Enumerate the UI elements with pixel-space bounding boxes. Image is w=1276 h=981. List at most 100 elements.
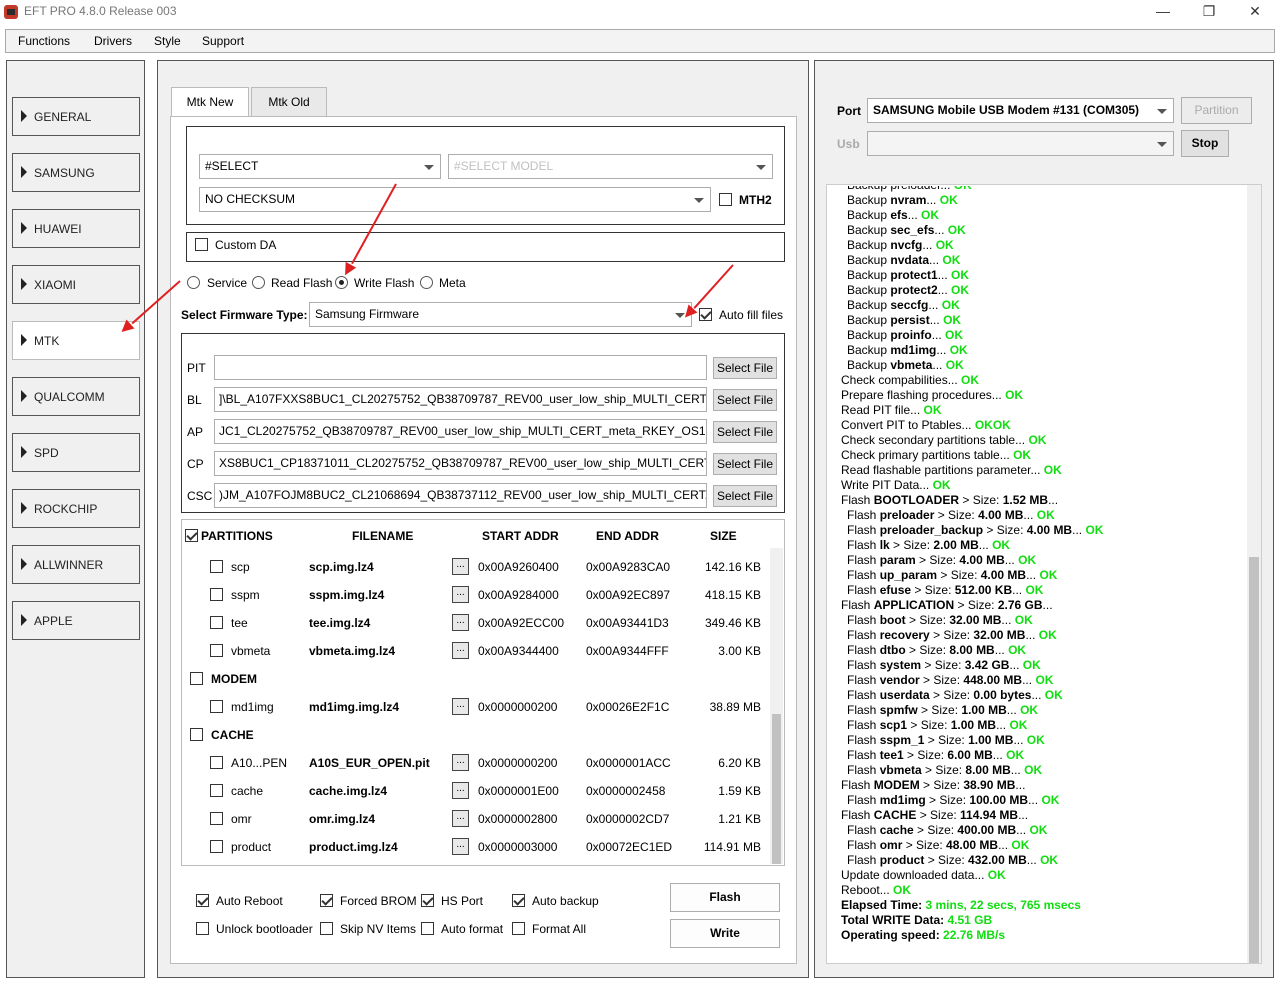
partition-checkbox[interactable] [210, 700, 223, 713]
grid-scrollbar-thumb[interactable] [772, 714, 781, 864]
pit-file-field[interactable] [214, 355, 707, 380]
nav-huawei[interactable]: HUAWEI [12, 209, 140, 248]
option-checkbox[interactable] [421, 922, 434, 935]
partition-start-addr: 0x00A9344400 [478, 644, 559, 658]
partition-checkbox[interactable] [210, 560, 223, 573]
nav-spd[interactable]: SPD [12, 433, 140, 472]
chevron-down-icon [1157, 142, 1167, 147]
partitions-select-all-checkbox[interactable] [185, 529, 198, 542]
window-title: EFT PRO 4.8.0 Release 003 [24, 4, 177, 18]
auto-fill-checkbox[interactable] [699, 308, 712, 321]
nav-apple[interactable]: APPLE [12, 601, 140, 640]
log-status: OK [921, 208, 940, 222]
chevron-down-icon [694, 198, 704, 203]
tab-mtk-old[interactable]: Mtk Old [251, 87, 327, 117]
bl-select-file-button[interactable]: Select File [713, 389, 777, 411]
brand-select[interactable]: #SELECT [199, 154, 441, 179]
browse-button[interactable]: ... [452, 586, 469, 603]
group-checkbox[interactable] [190, 728, 203, 741]
browse-button[interactable]: ... [452, 838, 469, 855]
log-text: ... [1072, 523, 1086, 537]
minimize-icon[interactable]: — [1140, 0, 1186, 24]
partition-checkbox[interactable] [210, 812, 223, 825]
mth2-checkbox[interactable] [719, 193, 732, 206]
browse-button[interactable]: ... [452, 754, 469, 771]
log-text: ... [1025, 628, 1039, 642]
partition-checkbox[interactable] [210, 644, 223, 657]
browse-button[interactable]: ... [452, 782, 469, 799]
log-item: MODEM [873, 778, 920, 792]
mode-write-flash-radio[interactable] [335, 276, 348, 289]
log-item: CACHE [873, 808, 917, 822]
option-checkbox[interactable] [320, 922, 333, 935]
menu-support[interactable]: Support [202, 34, 244, 48]
nav-qualcomm[interactable]: QUALCOMM [12, 377, 140, 416]
log-line: Backup nvcfg... OK [826, 238, 1246, 253]
mode-read-flash-radio[interactable] [252, 276, 265, 289]
firmware-type-select[interactable]: Samsung Firmware [309, 302, 692, 327]
restore-icon[interactable]: ❐ [1186, 0, 1232, 24]
log-status: OK [932, 478, 951, 492]
custom-da-checkbox[interactable] [195, 238, 208, 251]
usb-select[interactable] [867, 131, 1174, 156]
stop-button[interactable]: Stop [1181, 130, 1229, 157]
firmware-type-value: Samsung Firmware [315, 307, 420, 321]
csc-file-field[interactable]: )JM_A107FOJM8BUC2_CL21068694_QB38737112_… [214, 483, 707, 508]
cp-select-file-button[interactable]: Select File [713, 453, 777, 475]
log-size: 32.00 MB [949, 613, 1002, 627]
nav-general[interactable]: GENERAL [12, 97, 140, 136]
menu-style[interactable]: Style [154, 34, 181, 48]
mode-service-radio[interactable] [187, 276, 200, 289]
grid-scrollbar[interactable] [770, 548, 783, 864]
partition-checkbox[interactable] [210, 616, 223, 629]
option-checkbox[interactable] [512, 922, 525, 935]
partition-size: 1.21 KB [718, 812, 761, 826]
partition-checkbox[interactable] [210, 588, 223, 601]
model-select[interactable]: #SELECT MODEL [448, 154, 773, 179]
log-text: Flash [847, 538, 880, 552]
log-item: md1img [890, 343, 937, 357]
partition-checkbox[interactable] [210, 840, 223, 853]
group-checkbox[interactable] [190, 672, 203, 685]
bl-file-field[interactable]: ]\BL_A107FXXS8BUC1_CL20275752_QB38709787… [214, 387, 707, 412]
nav-xiaomi[interactable]: XIAOMI [12, 265, 140, 304]
option-checkbox[interactable] [320, 894, 333, 907]
checksum-select[interactable]: NO CHECKSUM [199, 187, 711, 212]
browse-button[interactable]: ... [452, 698, 469, 715]
port-select[interactable]: SAMSUNG Mobile USB Modem #131 (COM305) [867, 98, 1174, 123]
log-status: OK [945, 328, 964, 342]
csc-select-file-button[interactable]: Select File [713, 485, 777, 507]
log-line: Flash product > Size: 432.00 MB... OK [826, 853, 1246, 868]
tab-mtk-new[interactable]: Mtk New [171, 87, 249, 118]
log-scrollbar-thumb[interactable] [1249, 557, 1259, 963]
pit-select-file-button[interactable]: Select File [713, 357, 777, 379]
ap-select-file-button[interactable]: Select File [713, 421, 777, 443]
log-item: persist [890, 313, 930, 327]
browse-button[interactable]: ... [452, 810, 469, 827]
menu-drivers[interactable]: Drivers [94, 34, 132, 48]
nav-samsung[interactable]: SAMSUNG [12, 153, 140, 192]
option-checkbox[interactable] [512, 894, 525, 907]
browse-button[interactable]: ... [452, 558, 469, 575]
option-checkbox[interactable] [421, 894, 434, 907]
nav-allwinner[interactable]: ALLWINNER [12, 545, 140, 584]
partition-checkbox[interactable] [210, 756, 223, 769]
mode-meta-radio[interactable] [420, 276, 433, 289]
log-text: ... [922, 238, 936, 252]
write-button[interactable]: Write [670, 919, 780, 948]
partition-button[interactable]: Partition [1181, 97, 1252, 124]
close-icon[interactable]: ✕ [1232, 0, 1276, 24]
flash-button[interactable]: Flash [670, 883, 780, 912]
partition-end-addr: 0x00A9344FFF [586, 644, 669, 658]
log-scrollbar[interactable] [1247, 185, 1261, 963]
option-checkbox[interactable] [196, 922, 209, 935]
partition-checkbox[interactable] [210, 784, 223, 797]
menu-functions[interactable]: Functions [18, 34, 70, 48]
option-checkbox[interactable] [196, 894, 209, 907]
ap-file-field[interactable]: JC1_CL20275752_QB38709787_REV00_user_low… [214, 419, 707, 444]
usb-label: Usb [837, 137, 860, 151]
browse-button[interactable]: ... [452, 614, 469, 631]
cp-file-field[interactable]: XS8BUC1_CP18371011_CL20275752_QB38709787… [214, 451, 707, 476]
nav-rockchip[interactable]: ROCKCHIP [12, 489, 140, 528]
browse-button[interactable]: ... [452, 642, 469, 659]
